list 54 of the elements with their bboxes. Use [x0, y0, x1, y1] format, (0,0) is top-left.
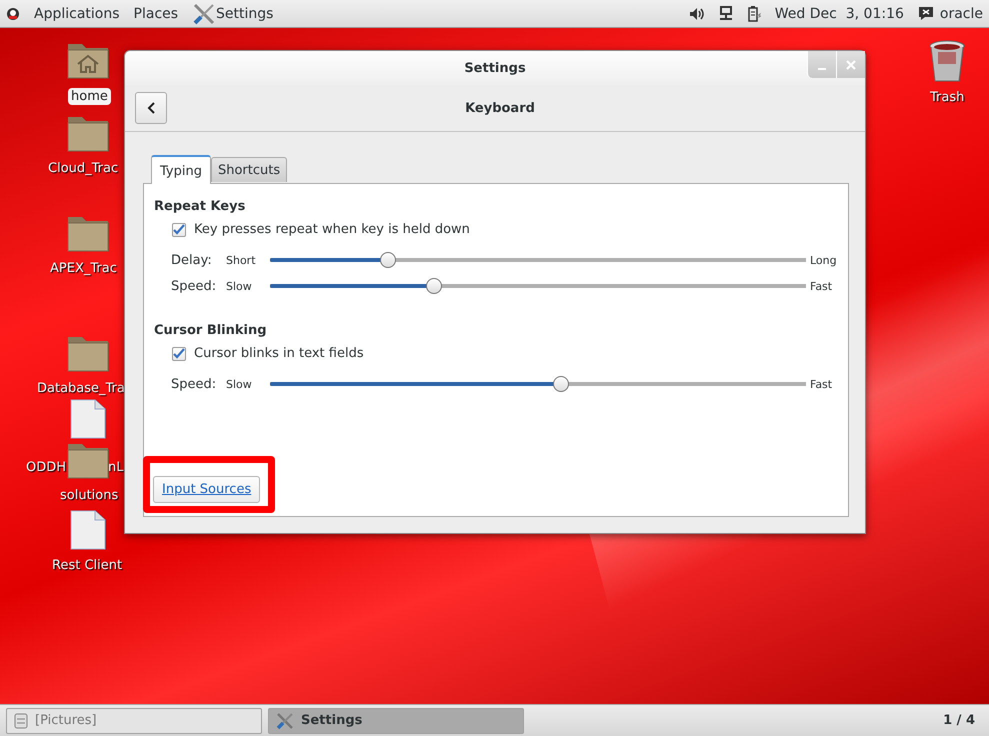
section-heading: Cursor Blinking [154, 323, 268, 338]
slider-min-label: Slow [226, 280, 253, 292]
section-heading: Repeat Keys [154, 199, 246, 214]
tab[interactable]: Typing [151, 155, 211, 184]
slider-max-label: Fast [809, 378, 834, 390]
trash-icon[interactable] [928, 40, 966, 84]
chat-icon[interactable] [918, 6, 934, 21]
file-icon[interactable] [70, 510, 106, 550]
clock-text[interactable]: Wed Dec 3, 01:16 [774, 6, 904, 22]
slider-handle[interactable] [553, 376, 570, 392]
checkbox[interactable] [172, 222, 186, 236]
input-sources-link[interactable]: Input Sources [153, 476, 260, 503]
desktop-icon-label[interactable]: Rest Client [52, 558, 122, 573]
taskbar-item[interactable]: [Pictures] [6, 708, 262, 734]
app-menu-title[interactable]: Settings [216, 6, 274, 22]
desktop-icon-label[interactable]: APEX_Trac [50, 261, 117, 276]
slider-handle[interactable] [426, 278, 442, 294]
slider-label: Speed: [171, 376, 218, 392]
workspace-indicator[interactable]: 1 / 4 [935, 713, 983, 728]
checkbox-label[interactable]: Cursor blinks in text fields [194, 346, 364, 361]
network-icon[interactable] [718, 6, 733, 21]
slider-max-label: Long [809, 254, 838, 266]
slider-min-label: Slow [226, 378, 253, 390]
desktop-icon-label[interactable]: solutions [60, 488, 118, 503]
desktop-icon-label[interactable]: Trash [930, 90, 964, 105]
distro-logo-icon[interactable] [6, 6, 20, 20]
battery-icon[interactable] [746, 6, 761, 22]
chevron-left-icon [147, 102, 155, 114]
tools-icon [275, 710, 295, 730]
slider-handle[interactable] [380, 252, 396, 268]
checkbox-label[interactable]: Key presses repeat when key is held down [194, 222, 470, 237]
menu-item[interactable]: Places [134, 6, 178, 22]
checkbox[interactable] [172, 346, 186, 360]
desktop-icon-label[interactable]: home [68, 88, 111, 105]
page-title: Keyboard [465, 100, 535, 116]
window-title: Settings [464, 60, 526, 76]
slider-max-label: Fast [809, 280, 834, 292]
desktop-icon-label[interactable]: nL [108, 460, 124, 475]
minimize-icon [818, 68, 826, 70]
desktop-icon-label[interactable]: Cloud_Trac [48, 161, 118, 176]
cabinet-icon [13, 712, 29, 728]
close-icon [846, 60, 856, 70]
back-button[interactable] [135, 92, 167, 124]
user-menu[interactable]: oracle [940, 6, 983, 22]
slider-min-label: Short [226, 254, 257, 266]
desktop-icon-label[interactable]: ODDH [26, 460, 66, 475]
tab[interactable]: Shortcuts [210, 157, 288, 182]
volume-icon[interactable] [688, 6, 705, 20]
taskbar-item[interactable]: Settings [268, 708, 524, 734]
slider-label: Delay: [171, 252, 213, 268]
menu-item[interactable]: Applications [34, 6, 120, 22]
file-icon[interactable] [70, 399, 106, 439]
desktop-icon-label[interactable]: Database_Tra [37, 381, 125, 396]
slider-label: Speed: [171, 278, 218, 294]
